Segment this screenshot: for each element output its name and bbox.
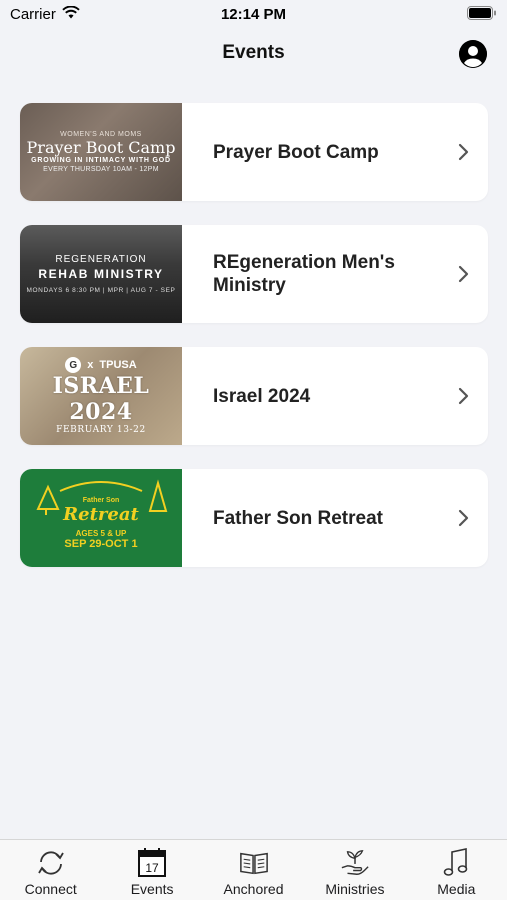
thumb-text: ISRAEL 2024 <box>52 373 150 425</box>
music-note-icon <box>441 848 471 878</box>
thumb-text: FEBRUARY 13-22 <box>56 425 146 435</box>
event-card-regeneration[interactable]: REGENERATION REHAB MINISTRY MONDAYS 6 8:… <box>20 225 488 323</box>
page-title: Events <box>222 42 285 63</box>
thumb-logos: G x TPUSA <box>65 357 137 373</box>
tab-media[interactable]: Media <box>406 840 507 900</box>
connect-icon <box>36 848 66 878</box>
calendar-day: 17 <box>145 861 159 875</box>
nav-bar: Events <box>0 30 507 78</box>
event-thumbnail: REGENERATION REHAB MINISTRY MONDAYS 6 8:… <box>20 225 182 323</box>
event-card-prayer-boot-camp[interactable]: WOMEN'S AND MOMS Prayer Boot Camp GROWIN… <box>20 103 488 201</box>
event-list: WOMEN'S AND MOMS Prayer Boot Camp GROWIN… <box>20 103 488 591</box>
thumb-text: x <box>87 359 94 371</box>
book-icon <box>239 848 269 878</box>
event-thumbnail: G x TPUSA ISRAEL 2024 FEBRUARY 13-22 <box>20 347 182 445</box>
tab-label: Events <box>130 881 174 897</box>
battery-icon <box>467 6 497 20</box>
chevron-right-icon <box>458 387 488 405</box>
event-title: Prayer Boot Camp <box>213 141 379 163</box>
calendar-icon: 17 <box>137 848 167 878</box>
thumb-text: MONDAYS 6 8:30 PM | MPR | AUG 7 - SEP <box>26 287 176 294</box>
event-title: Father Son Retreat <box>213 507 383 529</box>
event-title: REgeneration Men's Ministry <box>213 252 395 296</box>
event-card-israel-2024[interactable]: G x TPUSA ISRAEL 2024 FEBRUARY 13-22 Isr… <box>20 347 488 445</box>
event-thumbnail: Father Son Retreat AGES 5 & UP SEP 29-OC… <box>20 469 182 567</box>
event-thumbnail: WOMEN'S AND MOMS Prayer Boot Camp GROWIN… <box>20 103 182 201</box>
thumb-text: REHAB MINISTRY <box>38 267 164 281</box>
tab-label: Ministries <box>325 881 385 897</box>
tab-connect[interactable]: Connect <box>0 840 101 900</box>
tab-label: Media <box>437 881 476 897</box>
thumb-text: GROWING IN INTIMACY WITH GOD <box>31 157 171 164</box>
tab-events[interactable]: 17 Events <box>101 840 202 900</box>
profile-button[interactable] <box>459 40 487 68</box>
tent-trees-illustration <box>36 479 168 515</box>
tab-label: Anchored <box>223 881 284 897</box>
event-title: Israel 2024 <box>213 385 311 407</box>
event-card-father-son-retreat[interactable]: Father Son Retreat AGES 5 & UP SEP 29-OC… <box>20 469 488 567</box>
tab-label: Connect <box>24 881 77 897</box>
tpusa-logo: TPUSA <box>99 359 137 371</box>
chevron-right-icon <box>458 509 488 527</box>
tab-anchored[interactable]: Anchored <box>203 840 304 900</box>
thumb-text: EVERY THURSDAY 10AM - 12PM <box>43 166 159 173</box>
chevron-right-icon <box>458 143 488 161</box>
thumb-text: Prayer Boot Camp <box>26 138 176 157</box>
user-icon <box>459 40 487 68</box>
tab-ministries[interactable]: Ministries <box>304 840 405 900</box>
g-logo: G <box>65 357 82 373</box>
hand-plant-icon <box>340 848 370 878</box>
status-time: 12:14 PM <box>220 6 287 23</box>
chevron-right-icon <box>458 265 488 283</box>
thumb-text: WOMEN'S AND MOMS <box>60 131 142 138</box>
tab-bar: Connect 17 Events Anchored Ministries Me… <box>0 839 507 900</box>
status-bar: Carrier 12:14 PM <box>0 0 507 30</box>
thumb-text: REGENERATION <box>55 254 147 265</box>
